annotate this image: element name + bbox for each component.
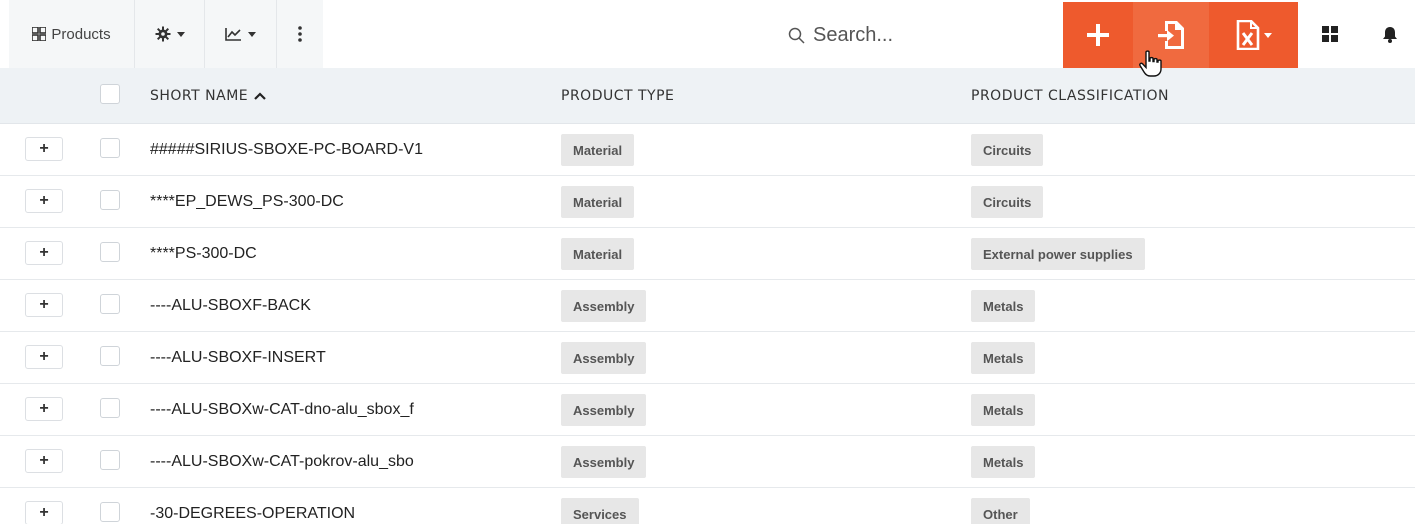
select-all-checkbox[interactable] xyxy=(100,84,120,104)
bell-icon xyxy=(1383,26,1397,43)
hand-pointer-cursor-icon xyxy=(1139,50,1162,77)
row-checkbox[interactable] xyxy=(100,190,120,210)
table-row[interactable]: + ----ALU-SBOXF-BACK Assembly Metals xyxy=(0,280,1415,332)
excel-file-icon xyxy=(1236,20,1259,50)
plus-icon xyxy=(1087,24,1109,46)
table-row[interactable]: + ----ALU-SBOXw-CAT-pokrov-alu_sbo Assem… xyxy=(0,436,1415,488)
product-type-tag: Material xyxy=(561,238,635,270)
short-name-cell: ----ALU-SBOXF-BACK xyxy=(150,297,311,314)
product-type-tag: Assembly xyxy=(561,446,647,478)
table-row[interactable]: + #####SIRIUS-SBOXE-PC-BOARD-V1 Material… xyxy=(0,124,1415,176)
dashboard-icon xyxy=(1322,26,1338,42)
add-product-button[interactable] xyxy=(1063,2,1133,68)
chevron-down-icon xyxy=(248,31,256,37)
chart-dropdown[interactable] xyxy=(205,0,277,68)
row-checkbox[interactable] xyxy=(100,242,120,262)
short-name-cell: ****EP_DEWS_PS-300-DC xyxy=(150,193,344,210)
expand-row-button[interactable]: + xyxy=(25,293,63,317)
expand-row-button[interactable]: + xyxy=(25,501,63,524)
row-checkbox[interactable] xyxy=(100,138,120,158)
product-classification-tag: Metals xyxy=(971,394,1036,426)
column-header-label: SHORT NAME xyxy=(150,88,249,104)
search-box[interactable]: Search... xyxy=(788,22,893,48)
expand-row-button[interactable]: + xyxy=(25,137,63,161)
row-checkbox[interactable] xyxy=(100,450,120,470)
more-menu-button[interactable] xyxy=(277,0,323,68)
short-name-cell: ****PS-300-DC xyxy=(150,245,257,262)
expand-row-button[interactable]: + xyxy=(25,345,63,369)
sort-ascending-icon xyxy=(254,92,266,100)
product-type-tag: Assembly xyxy=(561,342,647,374)
column-header-product-type[interactable]: PRODUCT TYPE xyxy=(561,68,674,124)
short-name-cell: #####SIRIUS-SBOXE-PC-BOARD-V1 xyxy=(150,141,423,158)
kebab-icon xyxy=(298,26,302,42)
column-header-label: PRODUCT CLASSIFICATION xyxy=(971,88,1169,104)
grid-icon xyxy=(32,27,47,41)
table-row[interactable]: + ----ALU-SBOXw-CAT-dno-alu_sbox_f Assem… xyxy=(0,384,1415,436)
row-checkbox[interactable] xyxy=(100,294,120,314)
short-name-cell: -30-DEGREES-OPERATION xyxy=(150,505,356,522)
chevron-down-icon xyxy=(176,31,185,37)
table-row[interactable]: + ****EP_DEWS_PS-300-DC Material Circuit… xyxy=(0,176,1415,228)
product-classification-tag: Metals xyxy=(971,342,1036,374)
product-classification-tag: Circuits xyxy=(971,134,1044,166)
column-header-label: PRODUCT TYPE xyxy=(561,88,675,104)
column-header-short-name[interactable]: SHORT NAME xyxy=(150,68,266,124)
product-classification-tag: External power supplies xyxy=(971,238,1145,270)
expand-row-button[interactable]: + xyxy=(25,241,63,265)
table-row[interactable]: + -30-DEGREES-OPERATION Services Other xyxy=(0,488,1415,524)
settings-dropdown[interactable] xyxy=(135,0,205,68)
product-type-tag: Material xyxy=(561,134,635,166)
table-row[interactable]: + ----ALU-SBOXF-INSERT Assembly Metals xyxy=(0,332,1415,384)
row-checkbox[interactable] xyxy=(100,502,120,522)
product-type-tag: Services xyxy=(561,498,639,524)
chevron-down-icon xyxy=(1263,32,1272,38)
products-tab[interactable]: Products xyxy=(9,0,135,68)
search-input[interactable]: Search... xyxy=(813,24,893,47)
short-name-cell: ----ALU-SBOXw-CAT-pokrov-alu_sbo xyxy=(150,453,414,470)
layout-button[interactable] xyxy=(1318,22,1342,46)
gear-icon xyxy=(155,26,170,42)
product-type-tag: Assembly xyxy=(561,394,647,426)
notifications-button[interactable] xyxy=(1378,22,1402,46)
import-file-icon xyxy=(1158,21,1184,49)
short-name-cell: ----ALU-SBOXF-INSERT xyxy=(150,349,326,366)
export-excel-dropdown[interactable] xyxy=(1209,2,1298,68)
search-icon xyxy=(788,27,805,44)
view-tabs: Products xyxy=(9,0,323,68)
product-classification-tag: Other xyxy=(971,498,1030,524)
short-name-cell: ----ALU-SBOXw-CAT-dno-alu_sbox_f xyxy=(150,401,414,418)
expand-row-button[interactable]: + xyxy=(25,449,63,473)
expand-row-button[interactable]: + xyxy=(25,189,63,213)
table-row[interactable]: + ****PS-300-DC Material External power … xyxy=(0,228,1415,280)
chart-icon xyxy=(225,28,241,41)
expand-row-button[interactable]: + xyxy=(25,397,63,421)
product-classification-tag: Metals xyxy=(971,290,1036,322)
product-classification-tag: Metals xyxy=(971,446,1036,478)
product-type-tag: Material xyxy=(561,186,635,218)
table-header: SHORT NAME PRODUCT TYPE PRODUCT CLASSIFI… xyxy=(0,68,1415,124)
products-tab-label: Products xyxy=(51,25,111,43)
row-checkbox[interactable] xyxy=(100,398,120,418)
row-checkbox[interactable] xyxy=(100,346,120,366)
product-type-tag: Assembly xyxy=(561,290,647,322)
toolbar: Products Search... xyxy=(0,0,1415,68)
product-classification-tag: Circuits xyxy=(971,186,1044,218)
